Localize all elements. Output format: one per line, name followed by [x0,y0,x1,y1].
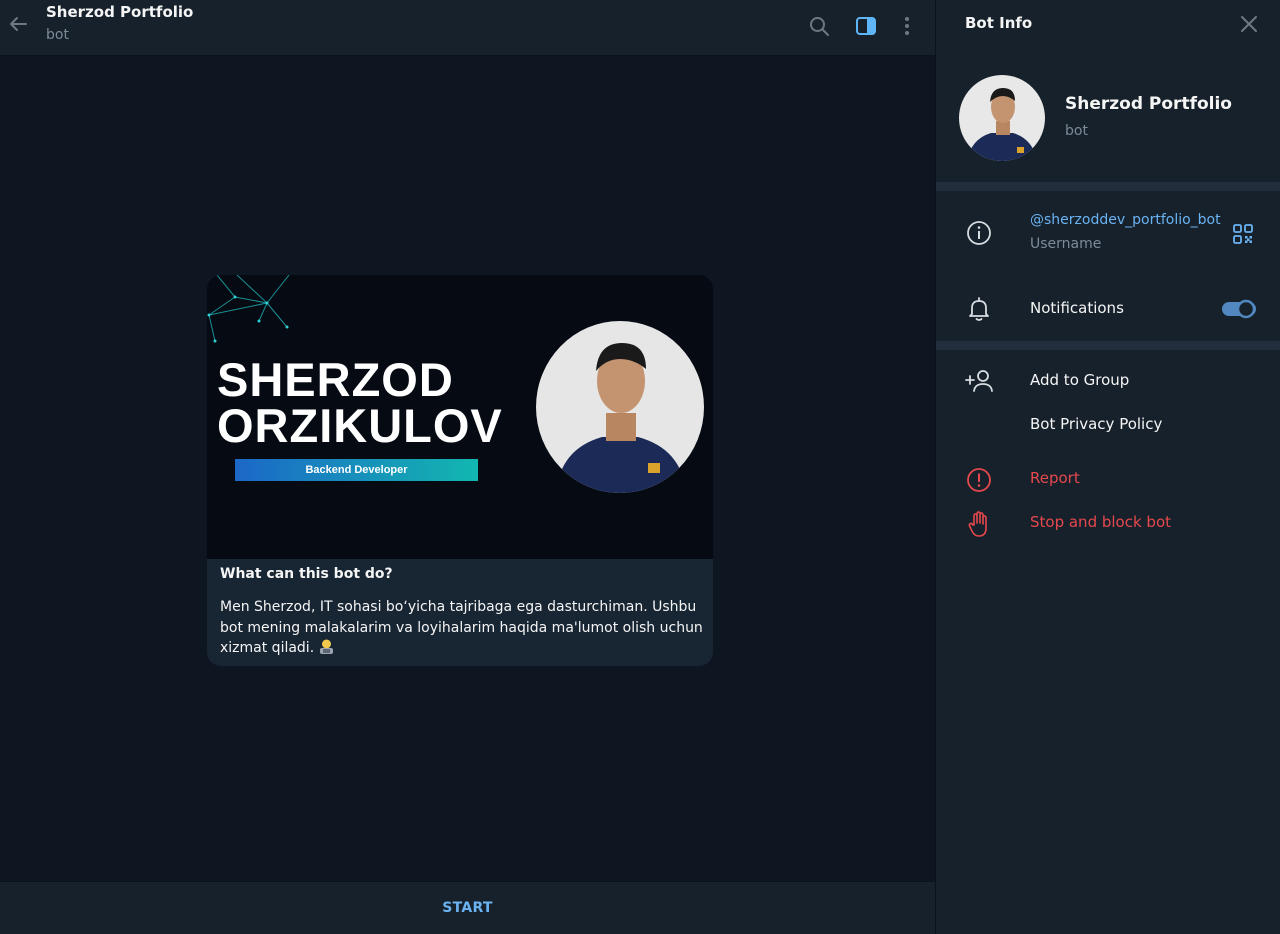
add-user-icon [965,370,993,392]
search-icon[interactable] [807,14,831,38]
close-icon[interactable] [1237,12,1261,36]
info-icon [967,221,991,245]
chat-header: Sherzod Portfolio bot [0,0,935,56]
notifications-toggle[interactable] [1221,298,1257,320]
avatar[interactable] [959,75,1045,161]
start-button[interactable]: START [0,882,935,934]
chat-subtitle: bot [46,27,69,43]
username-label: Username [1030,236,1102,252]
chat-footer: START [0,881,935,934]
bell-icon [969,297,989,321]
sidebar-toggle-icon[interactable] [854,14,878,38]
banner-role-tag: Backend Developer [235,459,478,481]
panel-title: Bot Info [965,14,1033,32]
qr-code-icon[interactable] [1232,223,1254,245]
bot-info-panel: Bot Info Sherzod Portfolio bot @sherzodd… [935,0,1280,934]
back-arrow-icon[interactable] [6,12,30,36]
chat-area: Sherzod Portfolio bot SHERZOD ORZIKULOV … [0,0,935,934]
banner-name: SHERZOD ORZIKULOV [217,353,503,452]
report-icon [967,468,991,492]
card-description: Men Sherzod, IT sohasi bo‘yicha tajribag… [220,599,703,656]
chat-title[interactable]: Sherzod Portfolio [46,3,193,21]
profile-subtitle: bot [1065,123,1088,139]
bot-intro-card: SHERZOD ORZIKULOV Backend Developer What… [207,275,713,666]
profile-name: Sherzod Portfolio [1065,94,1232,114]
notifications-label: Notifications [1030,299,1124,317]
section-divider [936,182,1280,191]
add-to-group-button[interactable]: Add to Group [1030,371,1129,389]
network-decoration [207,275,290,343]
stop-hand-icon [968,511,987,537]
report-button[interactable]: Report [1030,469,1080,487]
technologist-emoji-icon [320,639,334,654]
more-vertical-icon[interactable] [895,14,919,38]
username-link[interactable]: @sherzoddev_portfolio_bot [1030,212,1221,228]
card-title: What can this bot do? [220,566,393,582]
banner-portrait [536,321,704,493]
section-divider [936,341,1280,350]
bot-banner-image: SHERZOD ORZIKULOV Backend Developer [207,275,713,559]
bot-privacy-policy-link[interactable]: Bot Privacy Policy [1030,415,1162,433]
stop-and-block-button[interactable]: Stop and block bot [1030,513,1171,531]
